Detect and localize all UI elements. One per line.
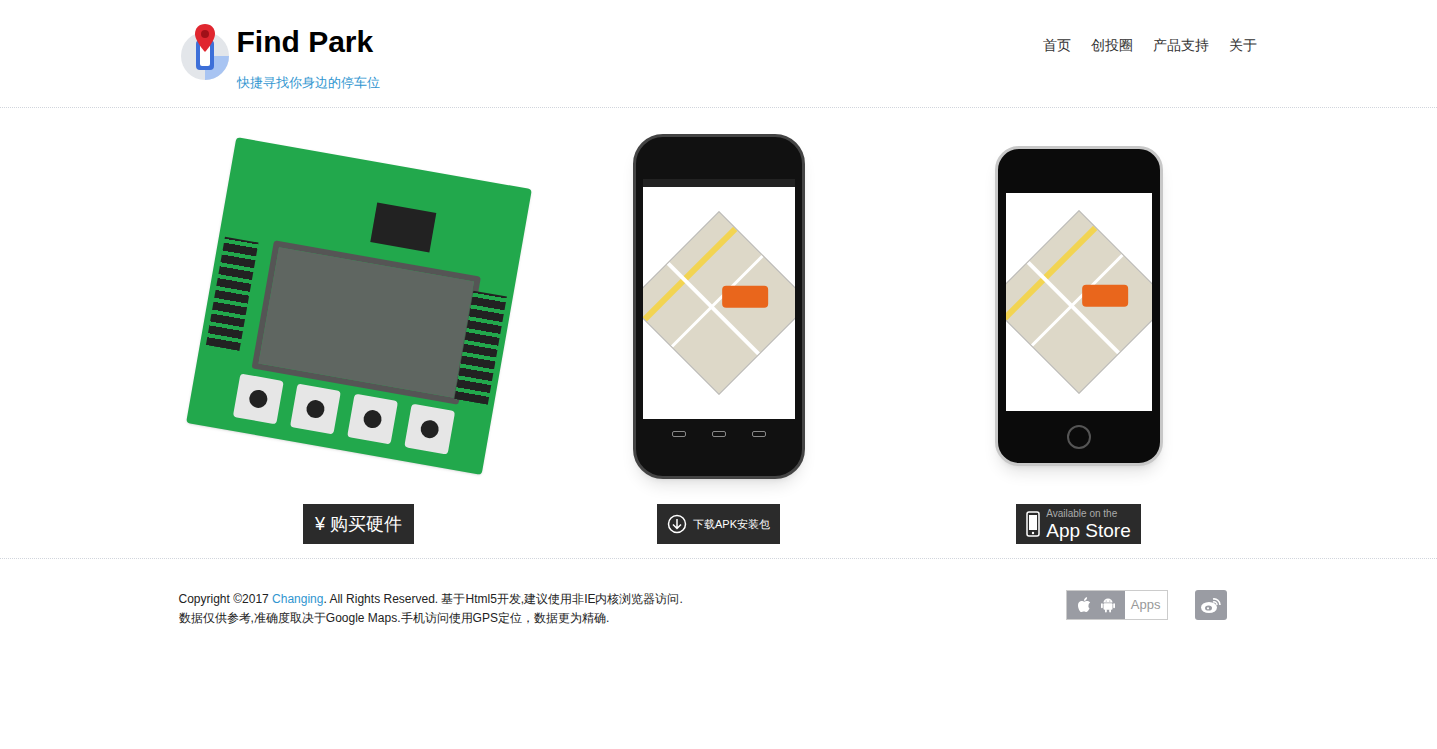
home-button-icon [1067,425,1091,449]
street-icon [1026,261,1119,354]
copyright-line: Copyright ©2017 Changing. All Rights Res… [179,590,683,609]
disclaimer-line: 数据仅供参考,准确度取决于Google Maps.手机访问使用GPS定位，数据更… [179,609,683,628]
site-header: Find Park 快捷寻找你身边的停车位 首页创投圈产品支持关于 [0,0,1437,108]
nav-key-icon [712,431,726,437]
header-inner: Find Park 快捷寻找你身边的停车位 首页创投圈产品支持关于 [179,0,1259,107]
apple-icon [1077,597,1091,613]
android-phone-icon [633,134,805,479]
button-line: Available on the [1046,509,1131,519]
nav-key-icon [672,431,686,437]
android-icon [1101,597,1115,613]
pcb-button-icon [289,384,340,435]
pcb-knob-icon [419,419,440,440]
product-button[interactable]: ¥ 购买硬件 [303,504,414,544]
button-label: Available on the App Store [1046,509,1131,540]
product-column: 下载APK安装包 [539,130,899,544]
nav-item[interactable]: 创投圈 [1091,35,1133,56]
main-nav: 首页创投圈产品支持关于 [1043,35,1257,56]
author-link[interactable]: Changing [272,592,323,606]
apps-icons [1067,591,1125,619]
brand[interactable]: Find Park 快捷寻找你身边的停车位 [179,16,380,92]
product-picture [179,130,539,482]
product-picture [899,130,1259,482]
logo-pin-icon [179,22,231,82]
button-label: 下载APK安装包 [693,519,770,530]
product-button[interactable]: 下载APK安装包 [657,504,780,544]
marker-icon [1082,285,1128,307]
button-line: App Store [1046,521,1131,540]
products-section: ¥ 购买硬件 下载APK安装包 Available on the App Store [0,108,1437,559]
map-screen-icon [1006,210,1152,394]
iphone-small-icon [1026,511,1040,537]
map-screen-icon [643,211,795,395]
nav-item[interactable]: 首页 [1043,35,1071,56]
nav-key-icon [752,431,766,437]
status-bar-icon [643,179,795,187]
pcb-knob-icon [247,389,268,410]
lcd-screen-icon [258,247,473,398]
chip-icon [370,203,436,253]
footer-inner: Copyright ©2017 Changing. All Rights Res… [179,559,1259,628]
marker-icon [722,285,768,307]
pcb-board-icon [186,137,532,475]
lcd-icon [251,240,480,404]
button-label: ¥ 购买硬件 [313,515,404,533]
pcb-button-icon [232,373,283,424]
download-icon [667,514,687,534]
product-button[interactable]: Available on the App Store [1016,504,1141,544]
site-title[interactable]: Find Park [237,24,380,60]
site-subtitle: 快捷寻找你身边的停车位 [237,74,380,92]
pcb-knob-icon [305,399,326,420]
android-keys [672,431,766,437]
road-icon [1006,226,1097,321]
site-footer: Copyright ©2017 Changing. All Rights Res… [0,559,1437,628]
apps-badge[interactable]: Apps [1066,590,1168,620]
iphone-icon [995,146,1163,466]
pcb-button-icon [347,394,398,445]
nav-item[interactable]: 产品支持 [1153,35,1209,56]
button-line: ¥ 购买硬件 [313,515,404,533]
pcb-knob-icon [362,409,383,430]
copyright-suffix: . All Rights Reserved. 基于Html5开发,建议使用非IE… [323,592,682,606]
pins-icon [205,237,258,351]
street-icon [666,261,759,354]
apps-label: Apps [1125,591,1167,619]
phone-screen [643,187,795,419]
product-column: ¥ 购买硬件 [179,130,539,544]
phone-screen [1006,193,1152,411]
nav-item[interactable]: 关于 [1229,35,1257,56]
products-grid: ¥ 购买硬件 下载APK安装包 Available on the App Store [179,108,1259,558]
button-line: 下载APK安装包 [693,519,770,530]
copyright: Copyright ©2017 Changing. All Rights Res… [179,590,683,628]
weibo-icon[interactable] [1195,590,1227,620]
footer-links: Apps [1066,590,1227,628]
copyright-prefix: Copyright ©2017 [179,592,273,606]
product-column: Available on the App Store [899,130,1259,544]
pcb-button-icon [404,404,455,455]
brand-text: Find Park 快捷寻找你身边的停车位 [237,22,380,92]
product-picture [539,130,899,482]
